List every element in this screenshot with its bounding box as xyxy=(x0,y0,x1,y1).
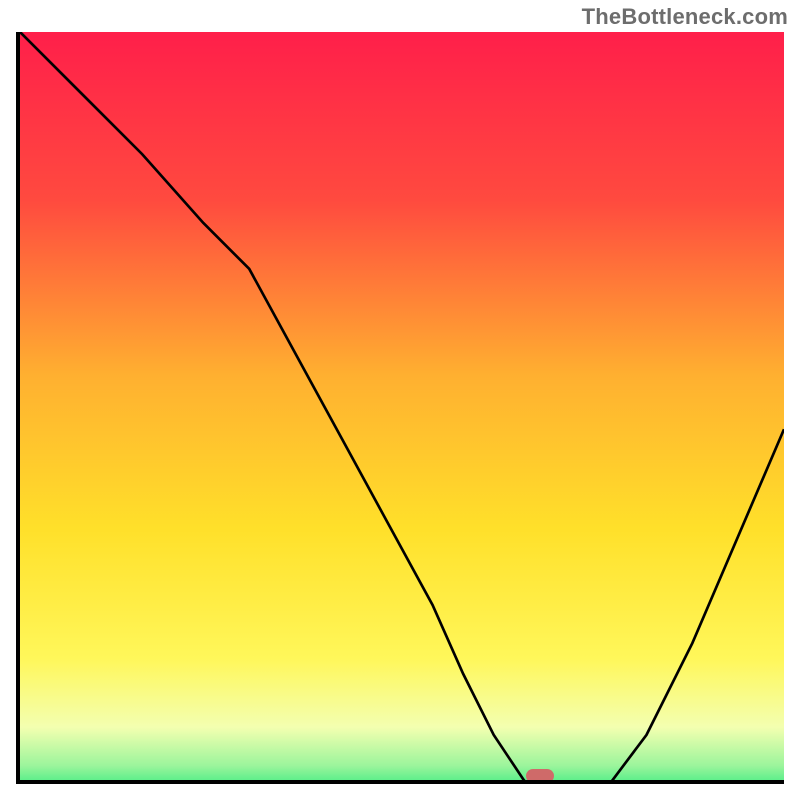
watermark-text: TheBottleneck.com xyxy=(582,4,788,30)
plot-area xyxy=(16,32,784,784)
bottleneck-curve xyxy=(20,32,784,784)
optimal-point-marker xyxy=(526,769,554,783)
